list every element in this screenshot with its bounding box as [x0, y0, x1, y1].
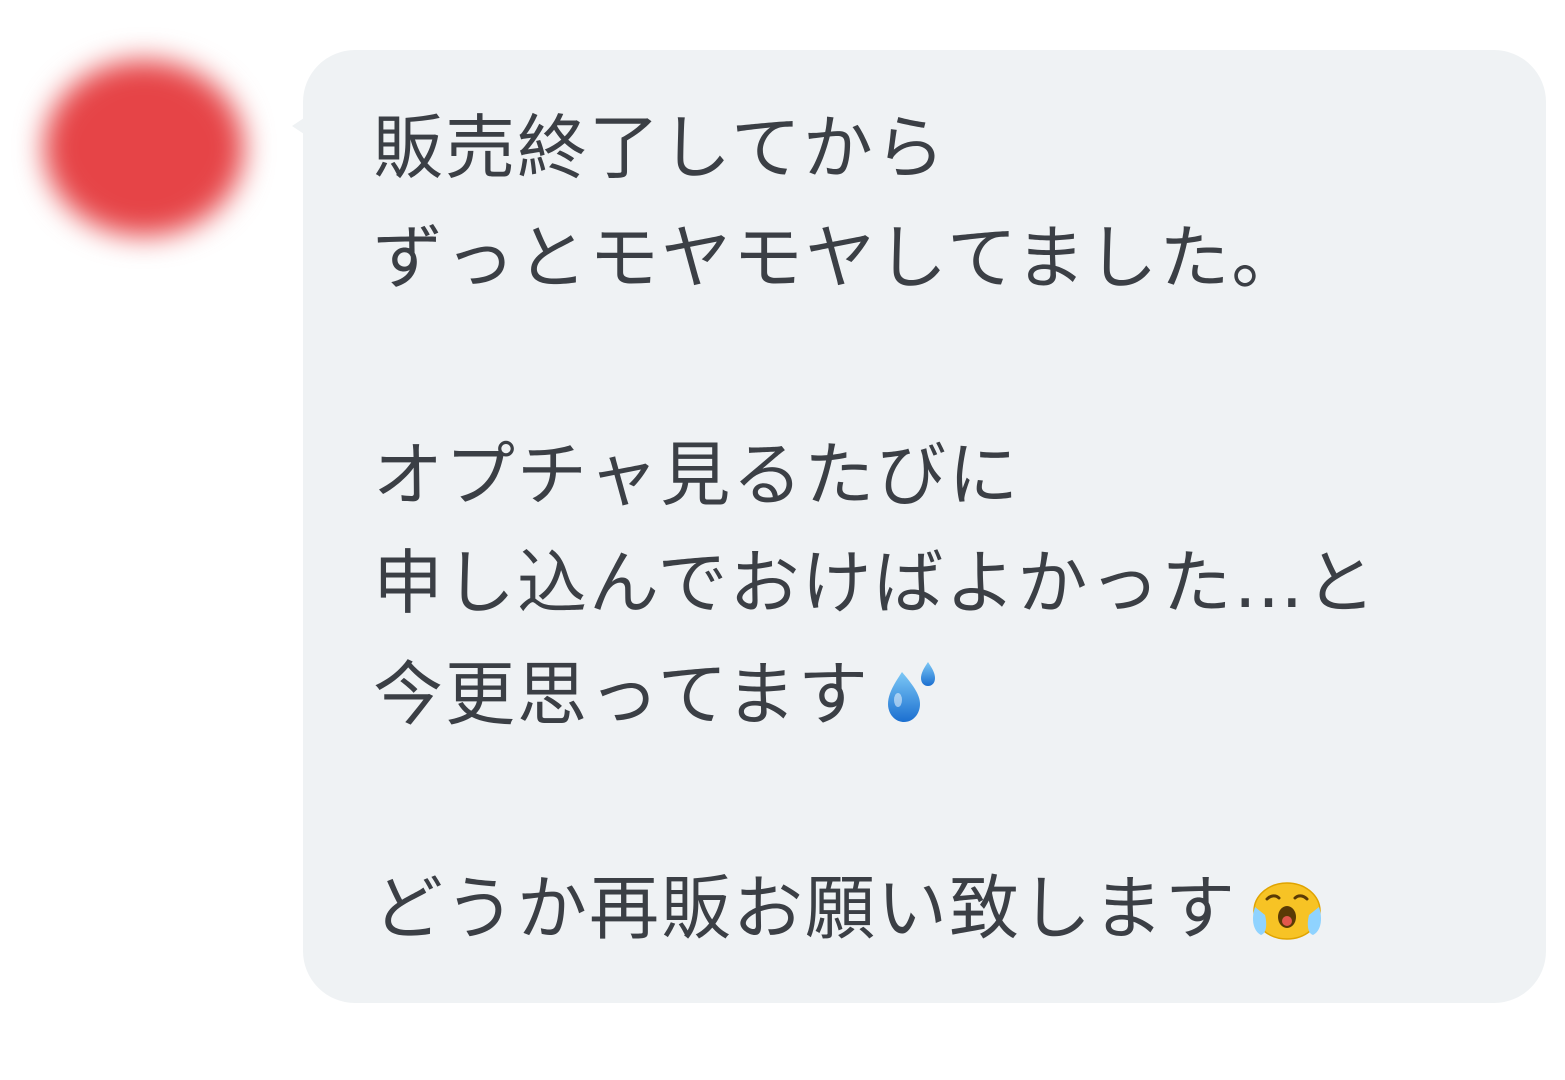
message-line-1: 販売終了してから	[373, 107, 947, 189]
crying-face-icon	[1245, 873, 1329, 954]
sweat-drop-icon	[878, 656, 954, 743]
message-line-6: 今更思ってます	[373, 656, 954, 743]
message-bubble[interactable]	[303, 50, 1546, 1003]
sender-avatar[interactable]	[44, 60, 244, 236]
message-line-2: ずっとモヤモヤしてました。	[373, 217, 1304, 299]
message-line-8: どうか再販お願い致します	[373, 873, 1329, 954]
message-line-8-text: どうか再販お願い致します	[373, 867, 1237, 950]
message-line-6-text: 今更思ってます	[373, 653, 870, 736]
message-line-4: オプチャ見るたびに	[373, 434, 1021, 516]
message-line-5: 申し込んでおけばよかった…と	[373, 542, 1378, 624]
